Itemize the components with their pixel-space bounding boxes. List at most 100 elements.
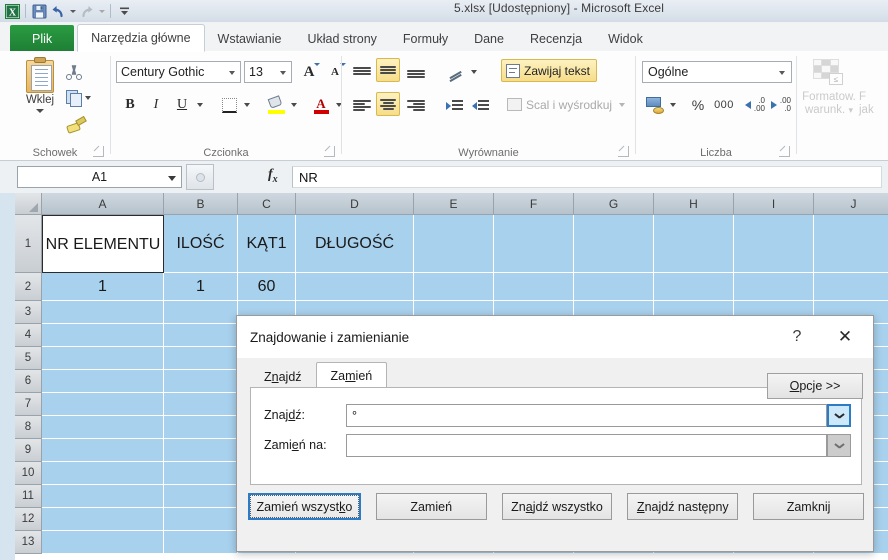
font-color-button[interactable]: A xyxy=(309,93,333,117)
tab-plik[interactable]: Plik xyxy=(10,25,75,52)
cell-h1[interactable] xyxy=(654,215,734,273)
percent-format-button[interactable]: % xyxy=(686,93,710,117)
find-next-button[interactable]: Znajdź następny xyxy=(627,493,739,520)
paste-button[interactable]: Wklej xyxy=(14,57,66,113)
formula-bar-buttons[interactable] xyxy=(186,164,214,190)
tab-formuly[interactable]: Formuły xyxy=(390,25,461,52)
font-name-dropdown-icon[interactable] xyxy=(229,71,235,75)
close-button[interactable]: Zamknij xyxy=(753,493,864,520)
row-header-13[interactable]: 13 xyxy=(15,531,42,554)
thousands-format-button[interactable]: 000 xyxy=(712,93,736,117)
increase-decimal-button[interactable]: .0.00 xyxy=(743,93,767,117)
cell-e2[interactable] xyxy=(414,273,494,301)
align-left-button[interactable] xyxy=(350,93,374,117)
cell-b8[interactable] xyxy=(164,416,238,439)
wrap-text-button[interactable]: Zawijaj tekst xyxy=(501,59,598,82)
cell-a6[interactable] xyxy=(42,370,164,393)
cell-b7[interactable] xyxy=(164,393,238,416)
row-header-10[interactable]: 10 xyxy=(15,462,42,485)
insert-function-icon[interactable]: f xyxy=(268,167,278,185)
formula-input[interactable]: NR xyxy=(292,166,882,188)
cell-f1[interactable] xyxy=(494,215,574,273)
orientation-dropdown-icon[interactable] xyxy=(468,60,479,84)
borders-dropdown-icon[interactable] xyxy=(241,93,252,117)
italic-button[interactable]: I xyxy=(144,93,168,117)
cell-a10[interactable] xyxy=(42,462,164,485)
cell-b9[interactable] xyxy=(164,439,238,462)
column-header-c[interactable]: C xyxy=(238,193,296,215)
cell-b5[interactable] xyxy=(164,347,238,370)
row-header-1[interactable]: 1 xyxy=(15,215,42,273)
row-header-3[interactable]: 3 xyxy=(15,301,42,324)
cell-a2[interactable]: 1 xyxy=(42,273,164,301)
font-dialog-launcher[interactable] xyxy=(324,146,335,157)
font-name-input[interactable]: Century Gothic xyxy=(116,61,241,83)
increase-indent-button[interactable] xyxy=(468,93,492,117)
column-header-b[interactable]: B xyxy=(164,193,238,215)
font-size-input[interactable]: 13 xyxy=(244,61,292,83)
format-painter-button[interactable] xyxy=(66,111,106,137)
cell-h2[interactable] xyxy=(654,273,734,301)
column-header-d[interactable]: D xyxy=(296,193,414,215)
cell-d2[interactable] xyxy=(296,273,414,301)
tab-zamien[interactable]: Za m ień xyxy=(315,362,388,388)
cell-a11[interactable] xyxy=(42,485,164,508)
borders-button[interactable] xyxy=(217,93,241,117)
align-middle-button[interactable] xyxy=(376,58,400,82)
row-header-6[interactable]: 6 xyxy=(15,370,42,393)
column-header-i[interactable]: I xyxy=(734,193,814,215)
column-header-a[interactable]: A xyxy=(42,193,164,215)
column-header-g[interactable]: G xyxy=(574,193,654,215)
cell-b1[interactable]: ILOŚĆ xyxy=(164,215,238,273)
cell-b13[interactable] xyxy=(164,531,238,554)
cell-c1[interactable]: KĄT1 xyxy=(238,215,296,273)
cell-b11[interactable] xyxy=(164,485,238,508)
cell-j1[interactable] xyxy=(814,215,888,273)
cell-b6[interactable] xyxy=(164,370,238,393)
row-header-11[interactable]: 11 xyxy=(15,485,42,508)
merge-center-dropdown-icon[interactable] xyxy=(619,102,626,107)
name-box-dropdown-icon[interactable] xyxy=(168,176,176,181)
cell-a3[interactable] xyxy=(42,301,164,324)
cell-d1[interactable]: DŁUGOŚĆ xyxy=(296,215,414,273)
find-dropdown-button[interactable] xyxy=(827,404,851,427)
replace-all-button[interactable]: Zamień wszyst k o xyxy=(248,493,361,520)
bold-button[interactable]: B xyxy=(118,93,142,117)
row-header-5[interactable]: 5 xyxy=(15,347,42,370)
cell-f2[interactable] xyxy=(494,273,574,301)
column-header-f[interactable]: F xyxy=(494,193,574,215)
dialog-close-icon[interactable]: ✕ xyxy=(831,324,859,350)
cell-c2[interactable]: 60 xyxy=(238,273,296,301)
orientation-button[interactable] xyxy=(444,60,468,84)
cell-b3[interactable] xyxy=(164,301,238,324)
number-dialog-launcher[interactable] xyxy=(779,146,790,157)
column-header-e[interactable]: E xyxy=(414,193,494,215)
fill-color-button[interactable] xyxy=(264,93,288,117)
align-center-button[interactable] xyxy=(376,92,400,116)
conditional-formatting-button[interactable]: ≤ xyxy=(813,59,843,85)
cell-a8[interactable] xyxy=(42,416,164,439)
cell-a5[interactable] xyxy=(42,347,164,370)
underline-dropdown-icon[interactable] xyxy=(194,93,205,117)
underline-button[interactable]: U xyxy=(170,93,194,117)
cell-j2[interactable] xyxy=(814,273,888,301)
column-header-j[interactable]: J xyxy=(814,193,888,215)
cell-a13[interactable] xyxy=(42,531,164,554)
select-all-corner[interactable] xyxy=(15,193,42,215)
cell-b12[interactable] xyxy=(164,508,238,531)
cell-i1[interactable] xyxy=(734,215,814,273)
tab-dane[interactable]: Dane xyxy=(461,25,517,52)
tab-widok[interactable]: Widok xyxy=(595,25,656,52)
accounting-dropdown-icon[interactable] xyxy=(667,93,678,117)
row-header-9[interactable]: 9 xyxy=(15,439,42,462)
cell-b4[interactable] xyxy=(164,324,238,347)
accounting-format-button[interactable] xyxy=(643,93,667,117)
row-header-7[interactable]: 7 xyxy=(15,393,42,416)
align-top-button[interactable] xyxy=(350,60,374,84)
name-box[interactable]: A1 xyxy=(17,166,182,188)
cell-e1[interactable] xyxy=(414,215,494,273)
fill-color-dropdown-icon[interactable] xyxy=(288,93,299,117)
replace-button[interactable]: Zamień xyxy=(375,493,487,520)
align-bottom-button[interactable] xyxy=(404,60,428,84)
align-right-button[interactable] xyxy=(404,93,428,117)
